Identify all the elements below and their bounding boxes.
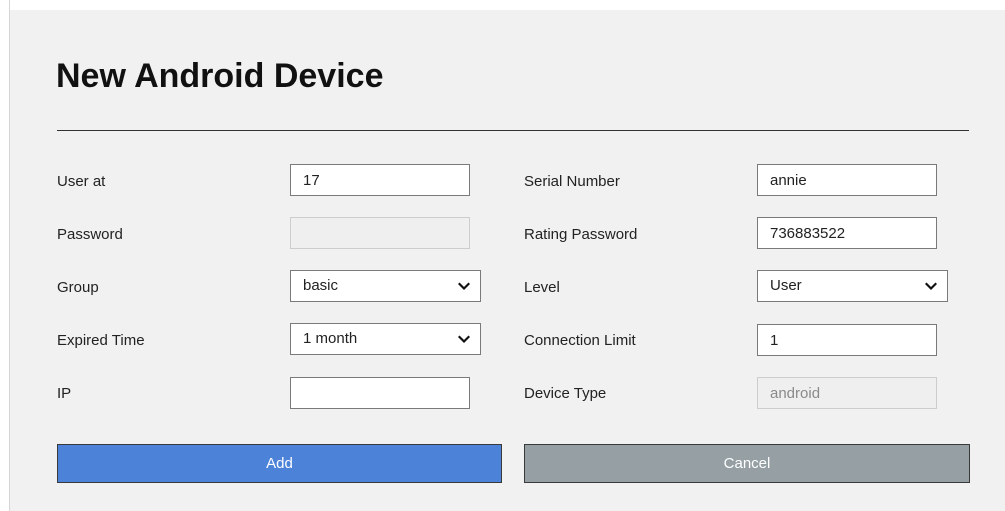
group-label: Group (57, 279, 99, 296)
password-label: Password (57, 226, 123, 243)
serial-number-label: Serial Number (524, 173, 620, 190)
group-select-value: basic (303, 277, 339, 294)
ip-input[interactable] (290, 377, 470, 409)
device-type-input (757, 377, 937, 409)
user-at-label: User at (57, 173, 106, 190)
device-type-label: Device Type (524, 385, 607, 402)
level-label: Level (524, 279, 560, 296)
password-input (290, 217, 470, 249)
serial-number-input[interactable] (757, 164, 937, 196)
cancel-button[interactable]: Cancel (524, 444, 970, 483)
add-button[interactable]: Add (57, 444, 502, 483)
chevron-down-icon (925, 282, 937, 291)
expired-time-select[interactable]: 1 month (290, 323, 481, 355)
chevron-down-icon (458, 282, 470, 291)
user-at-input[interactable] (290, 164, 470, 196)
level-select-value: User (770, 277, 802, 294)
expired-time-select-value: 1 month (303, 330, 358, 347)
page-title: New Android Device (56, 57, 384, 95)
connection-limit-label: Connection Limit (524, 332, 636, 349)
chevron-down-icon (458, 335, 470, 344)
rating-password-input[interactable] (757, 217, 937, 249)
title-divider (57, 130, 969, 131)
level-select[interactable]: User (757, 270, 948, 302)
rating-password-label: Rating Password (524, 226, 638, 243)
connection-limit-input[interactable] (757, 324, 937, 356)
page: New Android Device User at Password Grou… (0, 0, 1005, 511)
group-select[interactable]: basic (290, 270, 481, 302)
expired-time-label: Expired Time (57, 332, 145, 349)
ip-label: IP (57, 385, 72, 402)
